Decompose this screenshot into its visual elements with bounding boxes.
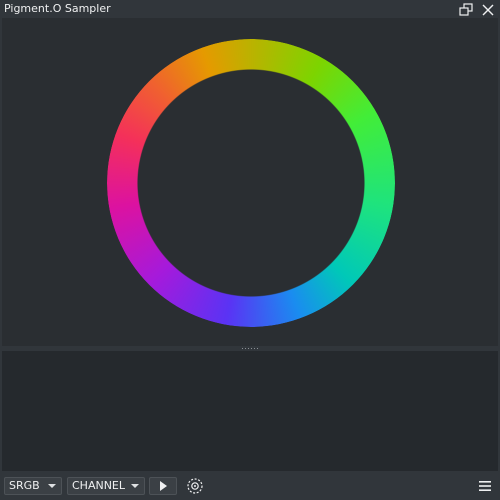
color-space-value: SRGB bbox=[9, 479, 40, 492]
play-icon bbox=[160, 481, 167, 491]
float-window-icon[interactable] bbox=[458, 2, 474, 16]
color-wheel-panel bbox=[2, 18, 498, 346]
play-button[interactable] bbox=[149, 477, 177, 495]
settings-gear-icon[interactable] bbox=[185, 477, 205, 495]
channel-value: CHANNEL bbox=[72, 479, 126, 492]
chevron-down-icon bbox=[48, 484, 56, 488]
pigment-o-sampler-docker: Pigment.O Sampler SRGB CHANNEL bbox=[0, 0, 500, 500]
hamburger-menu-icon[interactable] bbox=[476, 478, 494, 494]
sampler-panel bbox=[2, 351, 498, 471]
chevron-down-icon bbox=[131, 484, 139, 488]
docker-titlebar[interactable]: Pigment.O Sampler bbox=[0, 0, 500, 18]
docker-title: Pigment.O Sampler bbox=[4, 2, 111, 15]
channel-select[interactable]: CHANNEL bbox=[67, 477, 145, 495]
color-space-select[interactable]: SRGB bbox=[4, 477, 62, 495]
close-icon[interactable] bbox=[480, 2, 496, 16]
hue-ring[interactable] bbox=[107, 39, 395, 327]
splitter-grip-icon[interactable] bbox=[242, 348, 260, 349]
